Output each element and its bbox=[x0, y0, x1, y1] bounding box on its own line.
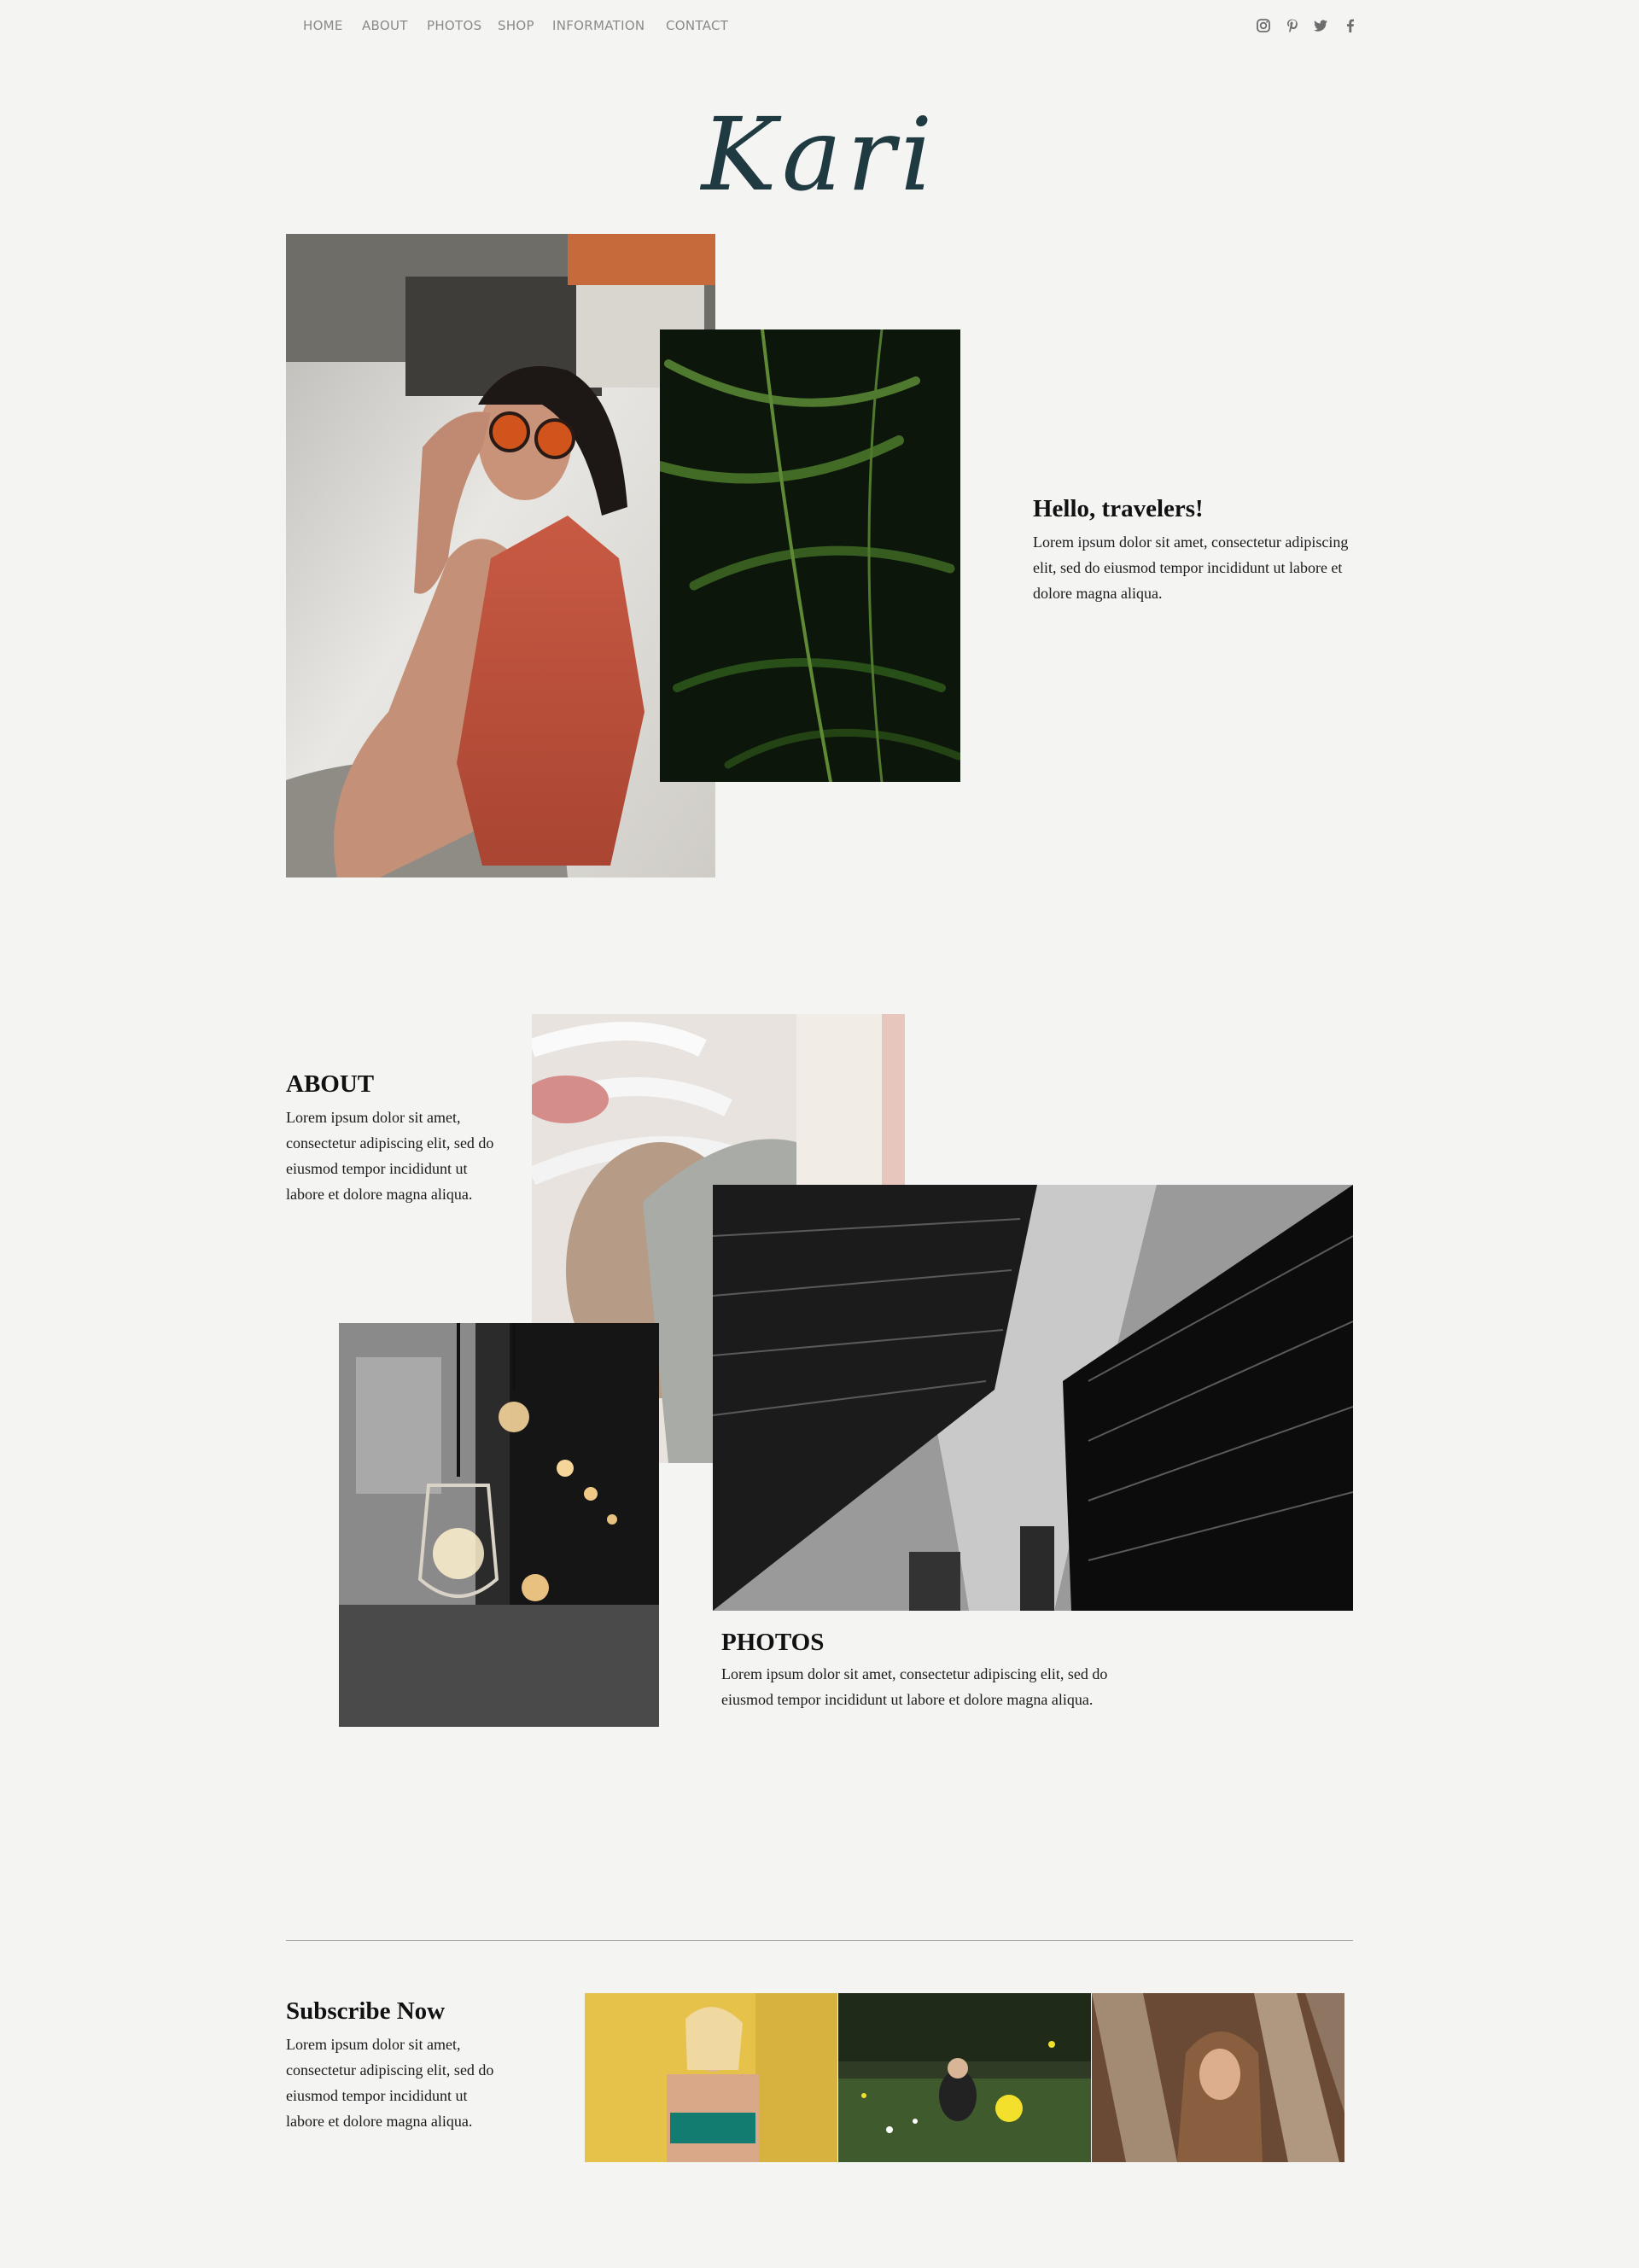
nav-about[interactable]: ABOUT bbox=[362, 18, 408, 33]
nav-contact[interactable]: CONTACT bbox=[666, 18, 728, 33]
gallery-photo-flower-field[interactable] bbox=[838, 1993, 1091, 2162]
about-title: ABOUT bbox=[286, 1070, 375, 1098]
hero-body: Lorem ipsum dolor sit amet, consectetur … bbox=[1033, 533, 1349, 602]
photos-body: Lorem ipsum dolor sit amet, consectetur … bbox=[721, 1665, 1108, 1708]
woman-sunglasses-photo bbox=[286, 234, 715, 877]
site-logo[interactable]: Kari bbox=[0, 104, 1639, 205]
pinterest-icon[interactable] bbox=[1284, 17, 1301, 34]
hero-title: Hello, travelers! bbox=[1033, 495, 1204, 522]
nav-information[interactable]: INFORMATION bbox=[552, 18, 645, 33]
palm-leaves-photo bbox=[660, 329, 960, 782]
gallery-photo-yellow-wall[interactable] bbox=[585, 1993, 837, 2162]
gallery-photo-tree-roots[interactable] bbox=[1092, 1993, 1344, 2162]
subscribe-body: Lorem ipsum dolor sit amet, consectetur … bbox=[286, 2036, 494, 2130]
skyscrapers-photo bbox=[713, 1185, 1353, 1611]
section-divider bbox=[286, 1940, 1353, 1941]
about-body: Lorem ipsum dolor sit amet, consectetur … bbox=[286, 1109, 494, 1203]
nav-photos[interactable]: PHOTOS bbox=[427, 18, 481, 33]
nav-home[interactable]: HOME bbox=[303, 18, 343, 33]
facebook-icon[interactable] bbox=[1342, 17, 1359, 34]
photos-title: PHOTOS bbox=[721, 1629, 825, 1656]
nav-shop[interactable]: SHOP bbox=[498, 18, 534, 33]
subscribe-title: Subscribe Now bbox=[286, 1997, 446, 2025]
pendant-lamps-photo bbox=[339, 1323, 659, 1727]
instagram-icon[interactable] bbox=[1255, 17, 1272, 34]
twitter-icon[interactable] bbox=[1312, 17, 1329, 34]
